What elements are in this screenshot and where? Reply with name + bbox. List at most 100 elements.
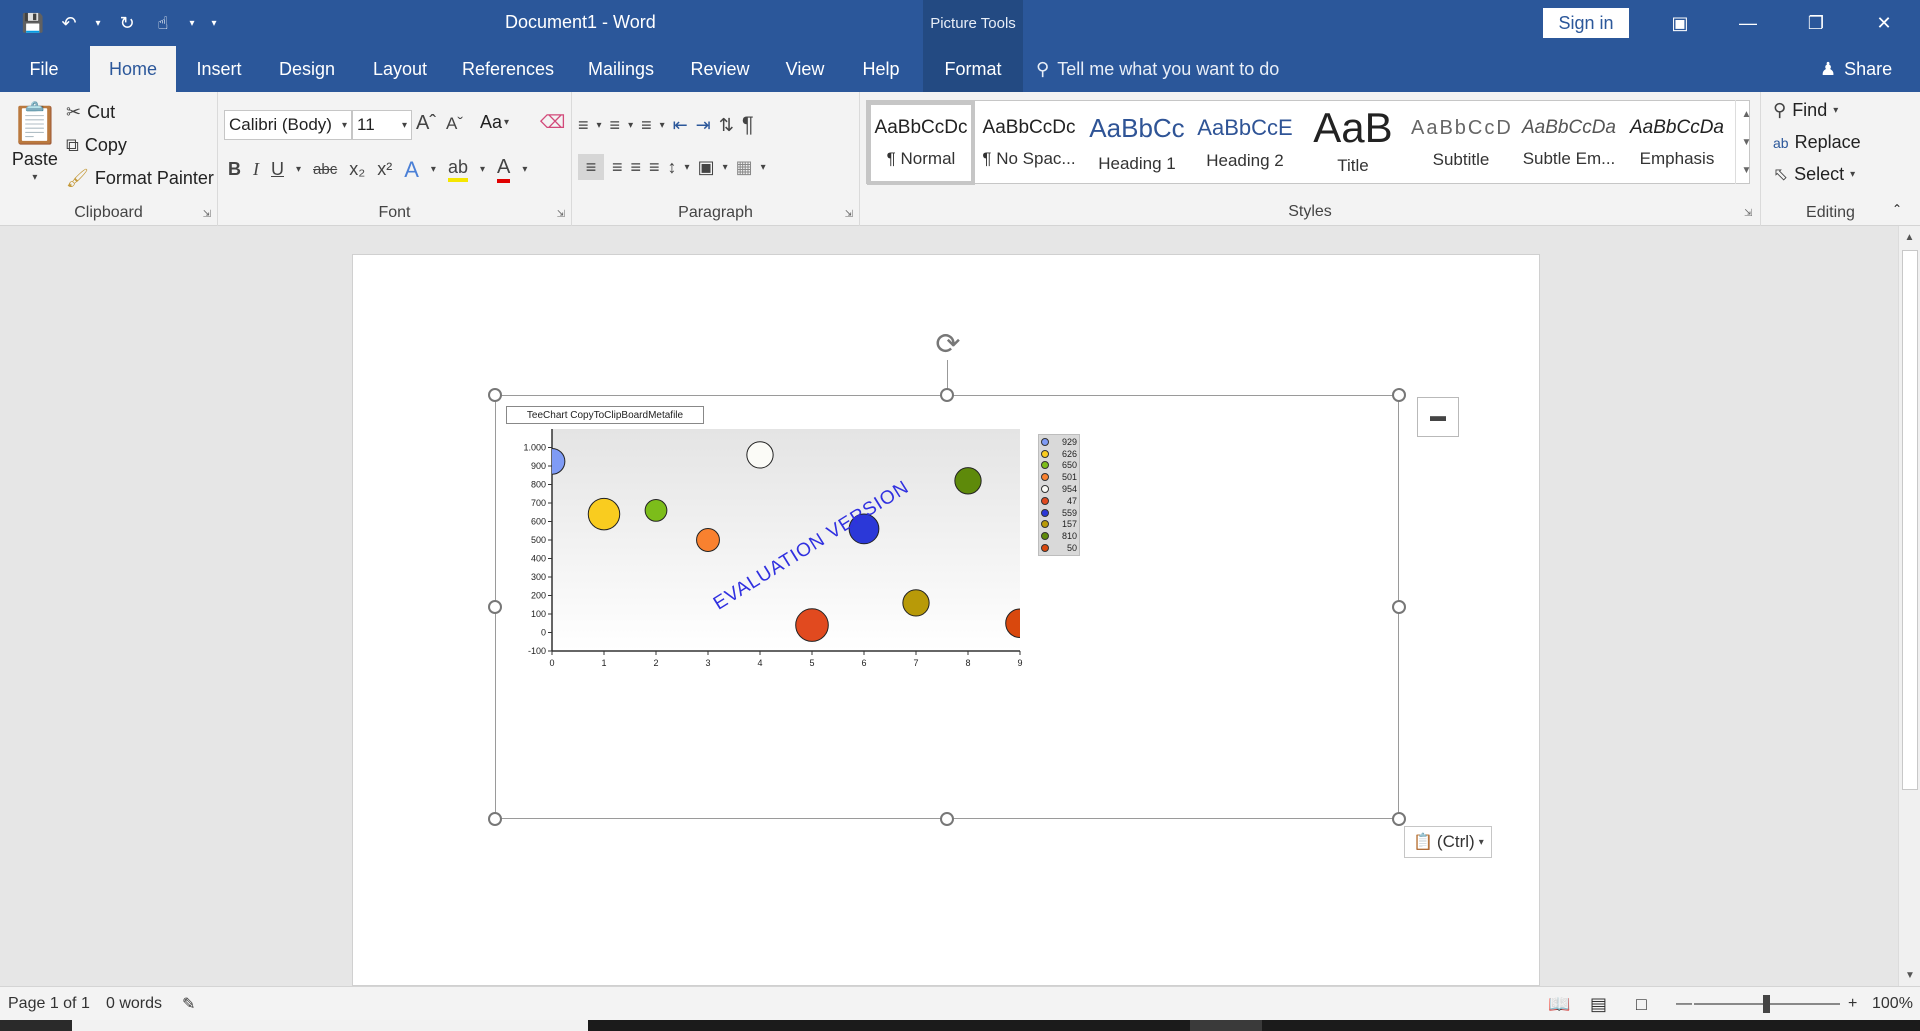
shrink-font-icon[interactable]: Aˇ (446, 114, 463, 134)
tab-layout[interactable]: Layout (362, 46, 438, 92)
show-formatting-marks-icon[interactable]: ¶ (742, 112, 754, 138)
decrease-indent-icon[interactable]: ⇤ (673, 115, 688, 136)
zoom-out-icon[interactable]: — (1676, 987, 1692, 1021)
resize-handle-top-right[interactable] (1392, 388, 1406, 402)
copy-button[interactable]: ⧉ Copy (66, 135, 127, 156)
tab-format[interactable]: Format (923, 46, 1023, 92)
tab-help[interactable]: Help (852, 46, 910, 92)
zoom-slider-thumb[interactable] (1763, 995, 1770, 1013)
read-mode-icon[interactable]: 📖 (1548, 987, 1570, 1021)
style-emphasis[interactable]: AaBbCcDa Emphasis (1623, 101, 1731, 185)
tab-file[interactable]: File (16, 46, 72, 92)
print-layout-icon[interactable]: ▤ (1590, 987, 1607, 1021)
touch-mode-icon[interactable]: ☝ (150, 10, 176, 36)
style-subtle-emphasis[interactable]: AaBbCcDa Subtle Em... (1515, 101, 1623, 185)
multilevel-list-icon[interactable]: ≡ (641, 115, 652, 136)
resize-handle-top-left[interactable] (488, 388, 502, 402)
style-subtitle[interactable]: AaBbCcD Subtitle (1407, 101, 1515, 185)
tab-references[interactable]: References (456, 46, 560, 92)
scroll-down-icon[interactable]: ▼ (1899, 964, 1920, 986)
underline-dropdown-icon[interactable]: ▾ (296, 164, 301, 175)
undo-icon[interactable]: ↶ (56, 10, 82, 36)
numbering-icon[interactable]: ≡ (610, 115, 621, 136)
customize-qat-icon[interactable]: ▾ (208, 10, 220, 36)
italic-icon[interactable]: I (253, 159, 259, 180)
tab-home[interactable]: Home (90, 46, 176, 92)
share-button[interactable]: ♟ Share (1820, 46, 1892, 92)
sign-in-button[interactable]: Sign in (1543, 8, 1629, 38)
resize-handle-bottom-right[interactable] (1392, 812, 1406, 826)
bullets-dropdown-icon[interactable]: ▾ (597, 120, 602, 131)
minimize-icon[interactable]: — (1718, 0, 1778, 46)
tab-design[interactable]: Design (270, 46, 344, 92)
borders-icon[interactable]: ▦ (736, 157, 753, 178)
ribbon-display-options-icon[interactable]: ▣ (1650, 0, 1710, 46)
page-count[interactable]: Page 1 of 1 (8, 987, 90, 1021)
multilevel-list-dropdown-icon[interactable]: ▾ (660, 120, 665, 131)
subscript-icon[interactable]: x₂ (349, 159, 365, 180)
underline-icon[interactable]: U (271, 159, 284, 180)
change-case-button[interactable]: Aa ▾ (480, 112, 509, 133)
bullets-icon[interactable]: ≡ (578, 115, 589, 136)
resize-handle-bottom-left[interactable] (488, 812, 502, 826)
align-left-icon[interactable]: ≡ (578, 154, 604, 180)
style-no-spacing[interactable]: AaBbCcDc ¶ No Spac... (975, 101, 1083, 185)
line-spacing-icon[interactable]: ↕ (668, 157, 677, 178)
scroll-thumb[interactable] (1902, 250, 1918, 790)
zoom-in-icon[interactable]: + (1848, 987, 1857, 1021)
justify-icon[interactable]: ≡ (649, 157, 660, 178)
align-right-icon[interactable]: ≡ (631, 157, 642, 178)
paste-button[interactable]: 📋 Paste ▾ (10, 100, 60, 183)
find-button[interactable]: ⚲ Find ▾ (1773, 100, 1838, 121)
strikethrough-icon[interactable]: abc (313, 161, 337, 178)
sort-icon[interactable]: ⇅ (719, 115, 734, 136)
word-count[interactable]: 0 words (106, 987, 162, 1021)
font-launcher-icon[interactable]: ⇲ (557, 209, 565, 220)
line-spacing-dropdown-icon[interactable]: ▾ (685, 162, 690, 173)
zoom-slider[interactable] (1694, 987, 1840, 1021)
text-effects-icon[interactable]: A (404, 157, 419, 183)
style-heading-2[interactable]: AaBbCcE Heading 2 (1191, 101, 1299, 185)
grow-font-icon[interactable]: Aˆ (416, 112, 436, 135)
layout-options-icon[interactable]: ▬ (1417, 397, 1459, 437)
font-color-dropdown-icon[interactable]: ▾ (522, 164, 527, 175)
tell-me-box[interactable]: ⚲ Tell me what you want to do (1036, 46, 1279, 92)
web-layout-icon[interactable]: □ (1636, 987, 1647, 1021)
increase-indent-icon[interactable]: ⇥ (696, 115, 711, 136)
replace-button[interactable]: ab Replace (1773, 132, 1861, 153)
save-icon[interactable]: 💾 (20, 10, 46, 36)
numbering-dropdown-icon[interactable]: ▾ (628, 120, 633, 131)
font-name-combo[interactable]: Calibri (Body) ▾ (224, 110, 352, 140)
scroll-up-icon[interactable]: ▲ (1899, 226, 1920, 248)
tab-view[interactable]: View (776, 46, 834, 92)
tab-review[interactable]: Review (682, 46, 758, 92)
clipboard-launcher-icon[interactable]: ⇲ (203, 209, 211, 220)
superscript-icon[interactable]: x² (377, 159, 392, 180)
touch-mode-dropdown-icon[interactable]: ▾ (186, 10, 198, 36)
tab-mailings[interactable]: Mailings (578, 46, 664, 92)
styles-more-icon[interactable]: ▼ (1736, 156, 1757, 184)
cut-button[interactable]: ✂ Cut (66, 102, 115, 123)
highlight-dropdown-icon[interactable]: ▾ (480, 164, 485, 175)
collapse-ribbon-icon[interactable]: ⌃ (1892, 202, 1902, 216)
styles-scroll-down-icon[interactable]: ▼ (1736, 128, 1757, 156)
styles-scroll-up-icon[interactable]: ▲ (1736, 100, 1757, 128)
styles-launcher-icon[interactable]: ⇲ (1744, 208, 1752, 219)
paste-options-button[interactable]: 📋 (Ctrl) ▾ (1404, 826, 1492, 858)
style-normal[interactable]: AaBbCcDc ¶ Normal (867, 101, 975, 185)
close-icon[interactable]: ✕ (1854, 0, 1914, 46)
resize-handle-right[interactable] (1392, 600, 1406, 614)
style-title[interactable]: AaB Title (1299, 101, 1407, 185)
select-button[interactable]: ⬁ Select ▾ (1773, 164, 1855, 185)
resize-handle-top[interactable] (940, 388, 954, 402)
shading-dropdown-icon[interactable]: ▾ (723, 162, 728, 173)
font-size-combo[interactable]: 11 ▾ (352, 110, 412, 140)
shading-icon[interactable]: ▣ (698, 157, 715, 178)
zoom-level[interactable]: 100% (1872, 987, 1913, 1021)
vertical-scrollbar[interactable]: ▲ ▼ (1898, 226, 1920, 986)
tab-insert[interactable]: Insert (186, 46, 252, 92)
style-heading-1[interactable]: AaBbCc Heading 1 (1083, 101, 1191, 185)
resize-handle-bottom[interactable] (940, 812, 954, 826)
undo-dropdown-icon[interactable]: ▾ (92, 10, 104, 36)
text-effects-dropdown-icon[interactable]: ▾ (431, 164, 436, 175)
